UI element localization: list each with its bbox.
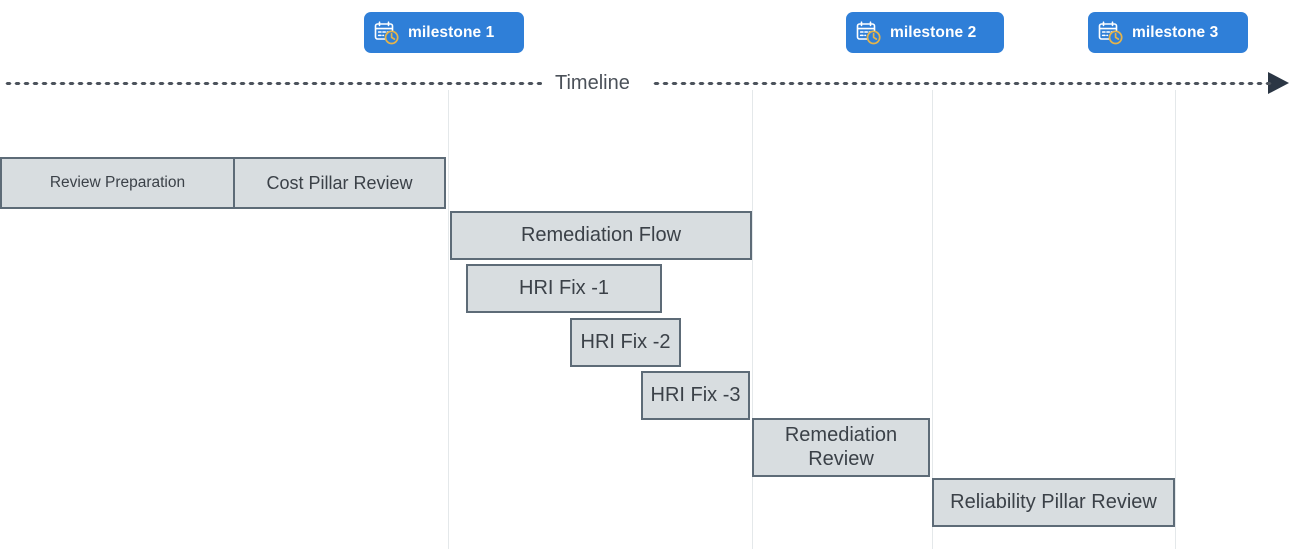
milestone-gridline <box>448 90 449 549</box>
task-bar[interactable]: Review Preparation <box>0 157 235 209</box>
milestone-gridline <box>1175 90 1176 549</box>
timeline-dotted-segment <box>4 81 542 86</box>
milestone-label: milestone 3 <box>1132 23 1219 41</box>
task-bar[interactable]: HRI Fix -1 <box>466 264 662 313</box>
task-bar-label: HRI Fix -2 <box>580 330 671 353</box>
task-bar-label: Cost Pillar Review <box>266 172 413 193</box>
task-bar[interactable]: Remediation Flow <box>450 211 752 260</box>
gantt-timeline-diagram: milestone 1 milestone 2 milestone 3 Timeli… <box>0 0 1308 549</box>
milestone-badge-2[interactable]: milestone 2 <box>846 12 1004 53</box>
timeline-axis-label: Timeline <box>555 72 630 94</box>
calendar-clock-icon <box>1098 20 1123 44</box>
task-bar-label: Reliability Pillar Review <box>950 490 1157 513</box>
task-bar-label: Remediation Review <box>784 424 898 470</box>
task-bar[interactable]: Cost Pillar Review <box>233 157 446 209</box>
calendar-clock-icon <box>374 20 399 44</box>
task-bar-label: HRI Fix -1 <box>519 276 609 299</box>
task-bar[interactable]: Reliability Pillar Review <box>932 478 1175 527</box>
task-bar[interactable]: HRI Fix -3 <box>641 371 750 420</box>
task-bar-label: HRI Fix -3 <box>650 383 741 406</box>
task-bar[interactable]: HRI Fix -2 <box>570 318 681 367</box>
timeline-dotted-segment <box>652 81 1272 86</box>
task-bar-label: Review Preparation <box>49 174 186 192</box>
task-bar[interactable]: Remediation Review <box>752 418 930 477</box>
milestone-badge-3[interactable]: milestone 3 <box>1088 12 1248 53</box>
milestone-gridline <box>752 90 753 549</box>
task-bar-label: Remediation Flow <box>520 223 682 246</box>
calendar-clock-icon <box>856 20 881 44</box>
milestone-badge-1[interactable]: milestone 1 <box>364 12 524 53</box>
milestone-label: milestone 1 <box>408 23 495 41</box>
milestone-label: milestone 2 <box>890 23 977 41</box>
